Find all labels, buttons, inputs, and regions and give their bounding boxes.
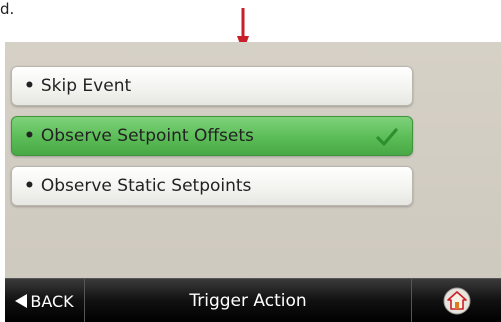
bottom-bar: BACK Trigger Action xyxy=(5,278,501,322)
home-icon xyxy=(443,287,470,315)
checkmark-icon xyxy=(376,128,398,146)
left-triangle-icon xyxy=(15,294,28,308)
option-label: Skip Event xyxy=(40,76,132,96)
device-screen: • Skip Event • Observe Setpoint Offsets … xyxy=(5,42,501,322)
back-button[interactable]: BACK xyxy=(5,279,85,322)
page-text-fragment: d. xyxy=(0,0,15,18)
option-label: Observe Setpoint Offsets xyxy=(40,126,254,146)
bullet: • xyxy=(24,176,35,196)
option-label: Observe Static Setpoints xyxy=(40,176,252,196)
screen-title: Trigger Action xyxy=(189,291,307,311)
option-observe-setpoint-offsets[interactable]: • Observe Setpoint Offsets xyxy=(11,116,413,156)
back-label: BACK xyxy=(30,291,74,311)
bullet: • xyxy=(24,76,35,96)
option-skip-event[interactable]: • Skip Event xyxy=(11,66,413,106)
bullet: • xyxy=(24,126,35,146)
option-observe-static-setpoints[interactable]: • Observe Static Setpoints xyxy=(11,166,413,206)
home-button[interactable] xyxy=(411,279,501,322)
